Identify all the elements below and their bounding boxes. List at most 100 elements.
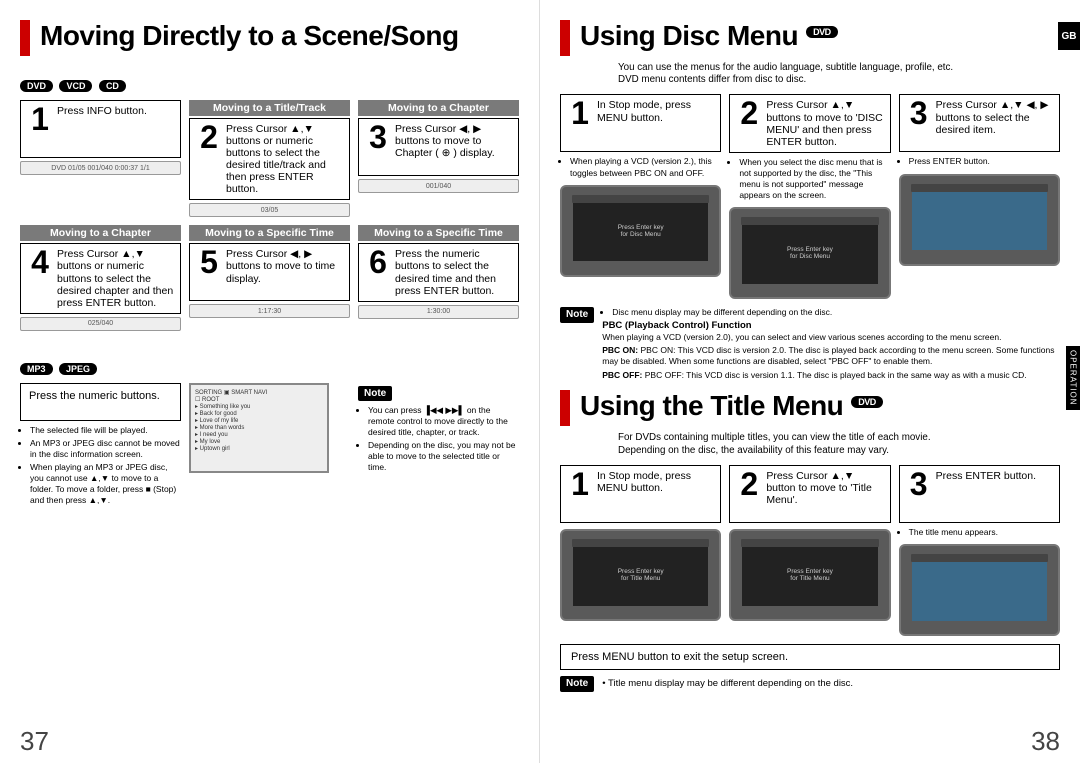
step-text-2: Press Cursor ▲,▼ buttons or numeric butt… <box>226 123 343 195</box>
format-badge-dvd: DVD <box>851 396 883 408</box>
title-step-3: 3 Press ENTER button. <box>899 465 1060 523</box>
language-tab: GB <box>1058 22 1080 50</box>
step-text-4: Press Cursor ▲,▼ buttons or numeric butt… <box>57 248 174 308</box>
heading-row-title-menu: Using the Title Menu DVD <box>560 390 1060 432</box>
bottom-note-row: Note • Title menu display may be differe… <box>560 676 1060 693</box>
mp3-note: An MP3 or JPEG disc cannot be moved in t… <box>30 438 181 460</box>
step-number: 6 <box>365 248 391 277</box>
title-step-text-3: Press ENTER button. <box>936 470 1053 482</box>
pbc-on-text: PBC ON: This VCD disc is version 2.0. Th… <box>602 345 1054 366</box>
title-step-text-2: Press Cursor ▲,▼ button to move to 'Titl… <box>766 470 883 506</box>
heading-accent <box>560 20 570 56</box>
pbc-heading: PBC (Playback Control) Function <box>602 320 1060 332</box>
step-number: 2 <box>736 99 762 128</box>
disc-step-note-2: When you select the disc menu that is no… <box>739 157 890 201</box>
step-box-1: 1 Press INFO button. <box>20 100 181 158</box>
heading-row: Moving Directly to a Scene/Song <box>20 20 519 62</box>
disc-step-note-3: Press ENTER button. <box>909 156 1060 167</box>
intro-line: You can use the menus for the audio lang… <box>618 62 953 73</box>
bottom-note-text: Title menu display may be different depe… <box>608 678 853 689</box>
format-badge-dvd: DVD <box>806 26 838 38</box>
disc-step-2: 2 Press Cursor ▲,▼ buttons to move to 'D… <box>729 94 890 152</box>
section-header-chapter-left: Moving to a Chapter <box>20 225 181 241</box>
tv-screenshot <box>899 174 1060 266</box>
info-bar-5: 1:17:30 <box>189 304 350 318</box>
mp3-note: The selected file will be played. <box>30 425 181 436</box>
step-box-6: 6 Press the numeric buttons to select th… <box>358 243 519 301</box>
remote-note: You can press ▐◀◀ ▶▶▌ on the remote cont… <box>368 405 519 438</box>
note-badge: Note <box>358 386 392 401</box>
mp3-notes-list: The selected file will be played. An MP3… <box>20 425 181 506</box>
pbc-note-block: Note Disc menu display may be different … <box>560 307 1060 380</box>
format-badge-dvd: DVD <box>20 80 53 92</box>
step-number: 1 <box>567 470 593 499</box>
disc-step-1: 1 In Stop mode, press MENU button. <box>560 94 721 152</box>
step-text-6: Press the numeric buttons to select the … <box>395 248 512 296</box>
disc-step-text-3: Press Cursor ▲,▼ ◀, ▶ buttons to select … <box>936 99 1053 135</box>
pbc-disc-note: Disc menu display may be different depen… <box>612 307 1060 318</box>
step-text-5: Press Cursor ◀, ▶ buttons to move to tim… <box>226 248 343 284</box>
tv-screenshot: Press Enter keyfor Disc Menu <box>729 207 890 299</box>
heading-accent <box>20 20 30 56</box>
step-number: 1 <box>567 99 593 128</box>
pbc-body: When playing a VCD (version 2.0), you ca… <box>602 332 1060 343</box>
format-badge-vcd: VCD <box>59 80 92 92</box>
title-step-note-3: The title menu appears. <box>909 527 1060 538</box>
step-text-7: Press the numeric buttons. <box>27 388 174 405</box>
page-38: GB Using Disc Menu DVD You can use the m… <box>540 0 1080 763</box>
title-step-2: 2 Press Cursor ▲,▼ button to move to 'Ti… <box>729 465 890 523</box>
page-number-left: 37 <box>20 726 49 757</box>
section-header-time-1: Moving to a Specific Time <box>189 225 350 241</box>
note-badge: Note <box>560 676 594 693</box>
intro-line: For DVDs containing multiple titles, you… <box>618 432 931 443</box>
section-header-chapter-top: Moving to a Chapter <box>358 100 519 116</box>
tv-screenshot: Press Enter keyfor Title Menu <box>729 529 890 621</box>
page-37: Moving Directly to a Scene/Song DVD VCD … <box>0 0 540 763</box>
intro-line: DVD menu contents differ from disc to di… <box>618 74 806 85</box>
disc-step-note-1: When playing a VCD (version 2.), this to… <box>570 156 721 178</box>
intro-disc-menu: You can use the menus for the audio lang… <box>618 62 1060 86</box>
format-badge-cd: CD <box>99 80 126 92</box>
section-tab-operation: OPERATION <box>1066 346 1080 410</box>
section-header-title-track: Moving to a Title/Track <box>189 100 350 116</box>
page-title: Moving Directly to a Scene/Song <box>40 20 459 52</box>
title-step-1: 1 In Stop mode, press MENU button. <box>560 465 721 523</box>
step-text-3: Press Cursor ◀, ▶ buttons to move to Cha… <box>395 123 512 159</box>
step-text-1: Press INFO button. <box>57 105 174 117</box>
exit-instruction: Press MENU button to exit the setup scre… <box>560 644 1060 670</box>
info-bar-4: 025/040 <box>20 317 181 331</box>
intro-title-menu: For DVDs containing multiple titles, you… <box>618 432 1060 456</box>
info-bar-6: 1:30:00 <box>358 305 519 319</box>
info-bar-2: 03/05 <box>189 203 350 217</box>
step-number: 1 <box>27 105 53 134</box>
step-box-4: 4 Press Cursor ▲,▼ buttons or numeric bu… <box>20 243 181 313</box>
step-number: 3 <box>906 99 932 128</box>
disc-step-3: 3 Press Cursor ▲,▼ ◀, ▶ buttons to selec… <box>899 94 1060 152</box>
page-title-title-menu: Using the Title Menu <box>580 390 843 422</box>
title-step-text-1: In Stop mode, press MENU button. <box>597 470 714 494</box>
tv-screenshot: Press Enter keyfor Disc Menu <box>560 185 721 277</box>
step-box-5: 5 Press Cursor ◀, ▶ buttons to move to t… <box>189 243 350 301</box>
remote-note: Depending on the disc, you may not be ab… <box>368 440 519 473</box>
disc-step-text-1: In Stop mode, press MENU button. <box>597 99 714 123</box>
step-number: 2 <box>196 123 222 152</box>
info-bar-3: 001/040 <box>358 179 519 193</box>
step-box-2: 2 Press Cursor ▲,▼ buttons or numeric bu… <box>189 118 350 200</box>
step-box-3: 3 Press Cursor ◀, ▶ buttons to move to C… <box>358 118 519 176</box>
page-number-right: 38 <box>1031 726 1060 757</box>
step-number: 3 <box>906 470 932 499</box>
info-bar-1: DVD 01/05 001/040 0:00:37 1/1 <box>20 161 181 175</box>
heading-accent <box>560 390 570 426</box>
heading-row-disc-menu: Using Disc Menu DVD <box>560 20 1060 62</box>
intro-line: Depending on the disc, the availability … <box>618 445 889 456</box>
mp3-note: When playing an MP3 or JPEG disc, you ca… <box>30 462 181 506</box>
tv-screenshot <box>899 544 1060 636</box>
step-number: 4 <box>27 248 53 277</box>
step-number: 5 <box>196 248 222 277</box>
disc-step-text-2: Press Cursor ▲,▼ buttons to move to 'DIS… <box>766 99 883 147</box>
step-number: 3 <box>365 123 391 152</box>
page-title-disc-menu: Using Disc Menu <box>580 20 798 52</box>
step-box-7: Press the numeric buttons. <box>20 383 181 421</box>
step-number: 2 <box>736 470 762 499</box>
format-badge-jpeg: JPEG <box>59 363 97 375</box>
